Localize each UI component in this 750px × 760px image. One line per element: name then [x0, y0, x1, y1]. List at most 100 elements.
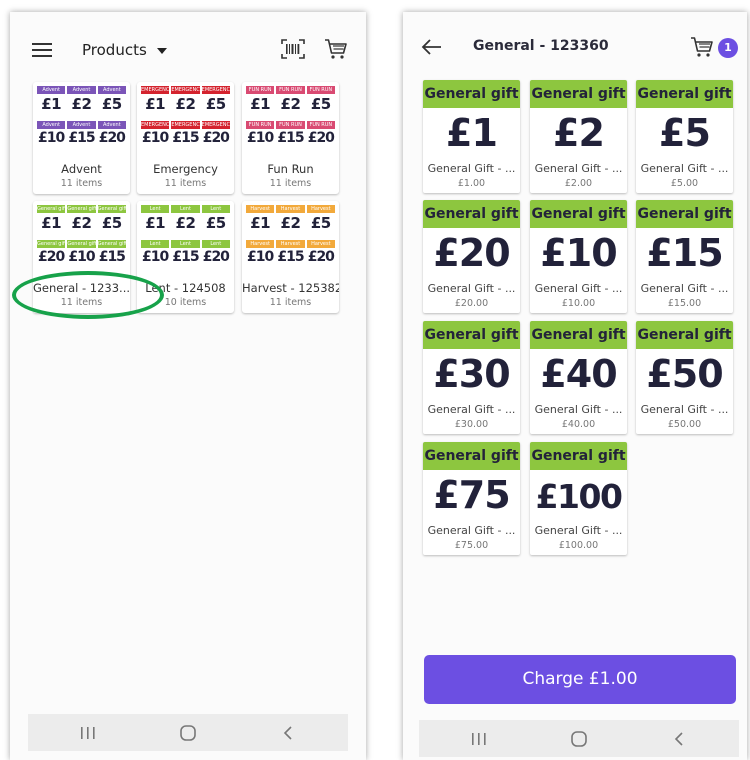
thumbnail-amount: £5 — [205, 95, 226, 113]
product-card[interactable]: General gift £20 General Gift - ... £20.00 — [423, 200, 520, 313]
product-card[interactable]: General gift £100 General Gift - ... £100.0… — [530, 442, 627, 555]
thumbnail-tag: FUN RUN — [306, 86, 335, 94]
thumbnail-tile: Harvest £5 — [306, 205, 336, 240]
thumbnail-tile: Harvest £20 — [306, 240, 336, 275]
thumbnail-amount: £5 — [101, 95, 122, 113]
category-card[interactable]: Lent £1 Lent £2 Lent £5 Lent £10 Lent £15 Lent £20 L… — [137, 201, 234, 313]
product-amount: £100 — [535, 477, 623, 516]
thumbnail-amount: £20 — [307, 249, 335, 265]
product-card[interactable]: General gift £5 General Gift - ... £5.00 — [636, 80, 733, 193]
thumbnail-tag: FUN RUN — [306, 121, 335, 129]
thumbnail-tag: Harvest — [276, 240, 305, 248]
product-tag-band: General gift — [423, 442, 520, 470]
category-name: Emergency — [153, 162, 218, 176]
product-card[interactable]: General gift £30 General Gift - ... £30.00 — [423, 321, 520, 434]
product-card[interactable]: General gift £10 General Gift - ... £10.00 — [530, 200, 627, 313]
product-card[interactable]: General gift £75 General Gift - ... £75.00 — [423, 442, 520, 555]
thumbnail-tile: EMERGENCY £15 — [170, 121, 200, 156]
cart-count-badge: 1 — [718, 38, 738, 58]
thumbnail-tag: Advent — [97, 121, 126, 129]
thumbnail-amount: £15 — [277, 130, 304, 146]
menu-icon[interactable] — [32, 43, 52, 59]
category-card[interactable]: General gift £1 General gift £2 General gift… — [33, 201, 130, 313]
thumbnail-amount: £10 — [247, 249, 274, 265]
recent-apps-icon[interactable] — [58, 714, 118, 751]
product-tag-band: General gift — [636, 321, 733, 349]
charge-button[interactable]: Charge £1.00 — [424, 655, 736, 704]
recent-apps-icon[interactable] — [449, 720, 509, 757]
thumbnail-tile: General gift £20 — [36, 240, 66, 275]
thumbnail-tag: EMERGENCY — [171, 86, 200, 94]
category-detail-screen: General - 123360 1 General gift £1 General… — [403, 12, 747, 760]
thumbnail-amount: £1 — [250, 95, 271, 113]
arrow-left-icon[interactable] — [421, 38, 443, 56]
product-card[interactable]: General gift £2 General Gift - ... £2.00 — [530, 80, 627, 193]
product-name: General Gift - ... — [640, 282, 729, 295]
product-card[interactable]: General gift £1 General Gift - ... £1.00 — [423, 80, 520, 193]
caret-down-icon — [156, 47, 167, 54]
product-amount: £40 — [540, 352, 617, 396]
products-dropdown[interactable]: Products — [82, 41, 167, 59]
product-price: £75.00 — [454, 540, 489, 551]
product-price: £20.00 — [454, 298, 489, 309]
product-card[interactable]: General gift £50 General Gift - ... £50.00 — [636, 321, 733, 434]
thumbnail-tag: Advent — [37, 86, 66, 94]
product-card[interactable]: General gift £15 General Gift - ... £15.00 — [636, 200, 733, 313]
thumbnail-tag: General gift — [67, 240, 96, 248]
thumbnail-tag: General gift — [37, 240, 66, 248]
thumbnail-tag: FUN RUN — [246, 121, 275, 129]
home-icon[interactable] — [158, 714, 218, 751]
category-thumbnail: EMERGENCY £1 EMERGENCY £2 EMERGENCY £5 EMERGEN… — [140, 86, 231, 156]
product-price: £50.00 — [667, 419, 702, 430]
category-name: Advent — [61, 162, 102, 176]
category-thumbnail: FUN RUN £1 FUN RUN £2 FUN RUN £5 FUN RUN £10 FUN… — [245, 86, 336, 156]
chevron-left-icon[interactable] — [258, 714, 318, 751]
product-name: General Gift - ... — [640, 403, 729, 416]
thumbnail-tile: Advent £15 — [66, 121, 96, 156]
app-bar: Products — [10, 12, 366, 78]
category-name: Harvest - 125382 — [242, 281, 339, 295]
thumbnail-tile: Advent £2 — [66, 86, 96, 121]
category-card[interactable]: Advent £1 Advent £2 Advent £5 Advent £10 Advent £… — [33, 82, 130, 194]
product-card[interactable]: General gift £40 General Gift - ... £40.00 — [530, 321, 627, 434]
product-price: £2.00 — [564, 178, 593, 189]
thumbnail-amount: £15 — [98, 249, 126, 265]
thumbnail-tag: General gift — [97, 205, 126, 213]
product-amount: £75 — [433, 473, 510, 517]
product-amount: £10 — [540, 231, 617, 275]
thumbnail-tile: Advent £5 — [97, 86, 127, 121]
chevron-left-icon[interactable] — [649, 720, 709, 757]
product-amount: £5 — [659, 111, 711, 155]
category-card[interactable]: FUN RUN £1 FUN RUN £2 FUN RUN £5 FUN RUN £10 FUN… — [242, 82, 339, 194]
thumbnail-tile: FUN RUN £20 — [306, 121, 336, 156]
home-icon[interactable] — [549, 720, 609, 757]
category-thumbnail: Advent £1 Advent £2 Advent £5 Advent £10 Advent £… — [36, 86, 127, 156]
page-title: Products — [82, 41, 147, 59]
category-card[interactable]: Harvest £1 Harvest £2 Harvest £5 Harvest £10 Har… — [242, 201, 339, 313]
thumbnail-amount: £15 — [172, 249, 199, 265]
thumbnail-amount: £1 — [41, 95, 62, 113]
thumbnail-tag: Harvest — [246, 205, 275, 213]
thumbnail-tag: Advent — [97, 86, 126, 94]
product-tag-band: General gift — [423, 321, 520, 349]
thumbnail-tile: Advent £20 — [97, 121, 127, 156]
thumbnail-tag: Harvest — [306, 240, 335, 248]
thumbnail-tag: Harvest — [276, 205, 305, 213]
category-name: Lent - 124508 — [145, 281, 226, 295]
thumbnail-tag: General gift — [97, 240, 126, 248]
thumbnail-tile: EMERGENCY £1 — [140, 86, 170, 121]
thumbnail-amount: £20 — [202, 130, 230, 146]
thumbnail-tile: Lent £15 — [170, 240, 200, 275]
thumbnail-tag: Lent — [171, 240, 200, 248]
cart-icon[interactable] — [690, 36, 714, 58]
product-name: General Gift - ... — [534, 524, 623, 537]
cart-icon[interactable] — [324, 38, 348, 60]
category-card[interactable]: EMERGENCY £1 EMERGENCY £2 EMERGENCY £5 EMERGEN… — [137, 82, 234, 194]
thumbnail-amount: £15 — [172, 130, 199, 146]
thumbnail-tile: General gift £10 — [66, 240, 96, 275]
thumbnail-amount: £1 — [250, 214, 271, 232]
product-name: General Gift - ... — [640, 162, 729, 175]
barcode-scan-icon[interactable] — [281, 39, 305, 59]
thumbnail-tile: General gift £15 — [97, 240, 127, 275]
thumbnail-tag: Harvest — [306, 205, 335, 213]
